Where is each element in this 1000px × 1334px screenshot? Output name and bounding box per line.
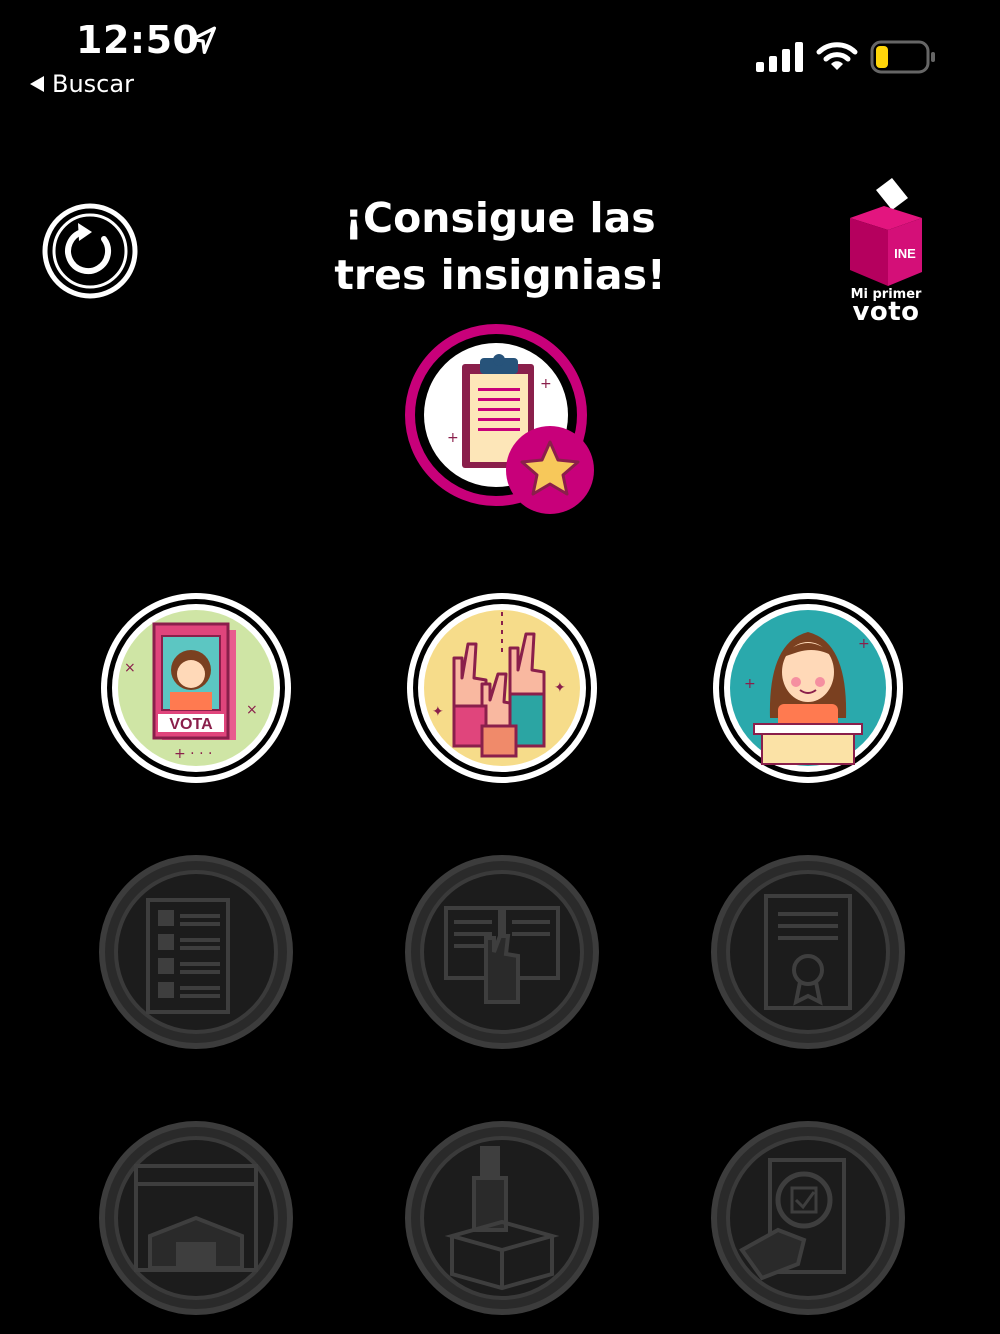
book-oath-icon bbox=[405, 855, 599, 1049]
svg-text:+: + bbox=[744, 676, 756, 692]
svg-text:✦: ✦ bbox=[554, 680, 566, 696]
locked-badge-2[interactable] bbox=[402, 852, 602, 1052]
candidate-list-icon bbox=[99, 855, 293, 1049]
logo-title: voto bbox=[852, 297, 920, 327]
ine-brand-text: INE bbox=[894, 246, 916, 261]
wifi-icon bbox=[816, 42, 858, 70]
location-arrow-icon bbox=[189, 26, 217, 55]
svg-text:+: + bbox=[447, 430, 459, 446]
battery-low-icon bbox=[870, 40, 935, 74]
vota-text: VOTA bbox=[169, 716, 213, 733]
locked-badge-3[interactable] bbox=[708, 852, 908, 1052]
earned-badge-1[interactable]: VOTA × × + · · · bbox=[96, 588, 296, 788]
page-title: ¡Consigue las tres insignias! bbox=[250, 190, 750, 304]
clipboard-star-icon: + + bbox=[405, 324, 594, 514]
main-badge[interactable]: + + bbox=[400, 322, 604, 522]
signal-icon bbox=[756, 42, 803, 72]
locked-badge-4[interactable] bbox=[96, 1118, 296, 1318]
speaker-woman-icon: + + bbox=[713, 593, 903, 783]
earned-badge-3[interactable]: + + bbox=[708, 588, 908, 788]
document-review-icon bbox=[711, 1121, 905, 1315]
title-line-1: ¡Consigue las bbox=[344, 194, 656, 242]
back-label: Buscar bbox=[52, 70, 134, 98]
title-line-2: tres insignias! bbox=[334, 251, 666, 299]
svg-text:+: + bbox=[858, 636, 870, 652]
status-time: 12:50 bbox=[76, 18, 200, 62]
back-arrow-icon bbox=[30, 76, 44, 92]
locked-badge-1[interactable] bbox=[96, 852, 296, 1052]
svg-text:×: × bbox=[246, 702, 258, 718]
svg-text:+: + bbox=[540, 376, 552, 392]
svg-text:✦: ✦ bbox=[432, 704, 444, 720]
refresh-icon[interactable] bbox=[42, 203, 138, 299]
svg-text:+ · · ·: + · · · bbox=[174, 746, 212, 762]
earned-badge-2[interactable]: ✦ ✦ bbox=[402, 588, 602, 788]
locked-badge-5[interactable] bbox=[402, 1118, 602, 1318]
svg-text:×: × bbox=[124, 660, 136, 676]
back-to-search-link[interactable]: Buscar bbox=[30, 70, 134, 98]
certificate-icon bbox=[711, 855, 905, 1049]
raised-hands-icon: ✦ ✦ bbox=[407, 593, 597, 783]
ballot-box-icon bbox=[405, 1121, 599, 1315]
building-icon bbox=[99, 1121, 293, 1315]
vota-poster-icon: VOTA × × + · · · bbox=[101, 593, 291, 783]
locked-badge-6[interactable] bbox=[708, 1118, 908, 1318]
